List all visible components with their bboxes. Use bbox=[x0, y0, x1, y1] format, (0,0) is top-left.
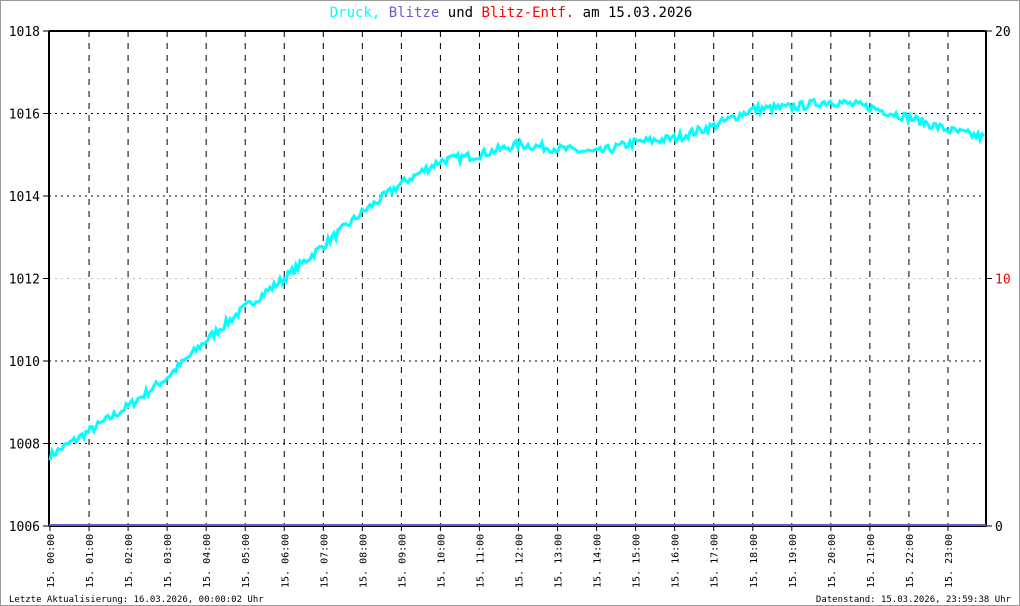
x-tick-label: 15. 22:00 bbox=[905, 534, 916, 588]
y-tick-label: 1010 bbox=[9, 355, 40, 370]
y-tick-label: 1016 bbox=[9, 108, 40, 123]
x-tick-label: 15. 12:00 bbox=[515, 534, 526, 588]
x-tick-label: 15. 20:00 bbox=[827, 534, 838, 588]
y2-tick-label: 20 bbox=[995, 25, 1011, 40]
x-tick-label: 15. 16:00 bbox=[671, 534, 682, 588]
footer-last-update: Letzte Aktualisierung: 16.03.2026, 00:00… bbox=[9, 595, 264, 605]
x-tick-label: 15. 10:00 bbox=[436, 534, 447, 588]
x-tick-label: 15. 02:00 bbox=[124, 534, 135, 588]
y2-tick-label: 10 bbox=[995, 273, 1011, 288]
x-tick-label: 15. 09:00 bbox=[397, 534, 408, 588]
x-tick-label: 15. 14:00 bbox=[593, 534, 604, 588]
x-tick-label: 15. 19:00 bbox=[788, 534, 799, 588]
y-tick-label: 1014 bbox=[9, 190, 40, 205]
y2-tick-label: 0 bbox=[995, 520, 1003, 535]
x-tick-label: 15. 23:00 bbox=[944, 534, 955, 588]
series-druck bbox=[48, 97, 986, 461]
chart-frame: Druck, Blitze und Blitz-Entf. am 15.03.2… bbox=[0, 0, 1020, 606]
x-tick-label: 15. 00:00 bbox=[46, 534, 57, 588]
x-tick-label: 15. 08:00 bbox=[358, 534, 369, 588]
y-tick-label: 1006 bbox=[9, 520, 40, 535]
x-tick-label: 15. 17:00 bbox=[710, 534, 721, 588]
y-tick-label: 1012 bbox=[9, 273, 40, 288]
x-tick-label: 15. 03:00 bbox=[163, 534, 174, 588]
x-tick-label: 15. 06:00 bbox=[280, 534, 291, 588]
x-tick-label: 15. 11:00 bbox=[475, 534, 486, 588]
x-tick-label: 15. 01:00 bbox=[85, 534, 96, 588]
footer-data-status: Datenstand: 15.03.2026, 23:59:38 Uhr bbox=[815, 595, 1011, 605]
x-tick-label: 15. 05:00 bbox=[241, 534, 252, 588]
x-tick-label: 15. 13:00 bbox=[554, 534, 565, 588]
pressure-chart: 1006 1008 1010 1012 1014 1016 1018 0 10 20 15. 00:… bbox=[9, 25, 1011, 588]
y-tick-label: 1018 bbox=[9, 25, 40, 40]
x-tick-label: 15. 18:00 bbox=[749, 534, 760, 588]
y-tick-label: 1008 bbox=[9, 438, 40, 453]
x-tick-label: 15. 21:00 bbox=[866, 534, 877, 588]
x-tick-label: 15. 07:00 bbox=[319, 534, 330, 588]
x-tick-label: 15. 04:00 bbox=[202, 534, 213, 588]
x-tick-label: 15. 15:00 bbox=[632, 534, 643, 588]
